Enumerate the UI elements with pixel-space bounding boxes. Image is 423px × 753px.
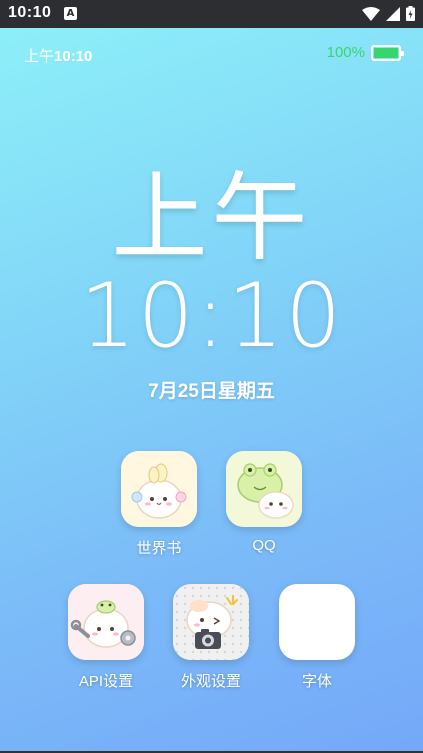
app-fonts[interactable]: 字体 — [272, 584, 362, 691]
frog-cat-sticker-icon — [226, 451, 302, 527]
frog-wrench-sticker-icon — [68, 584, 144, 660]
battery-fill — [374, 47, 398, 58]
app-worldbook[interactable]: 世界书 — [114, 451, 204, 558]
app-status-ampm: 上午 — [24, 48, 55, 65]
app-label: 字体 — [301, 673, 332, 690]
camera-cat-sticker-icon — [173, 584, 249, 660]
app-api-settings[interactable]: API设置 — [61, 584, 151, 691]
app-appearance-settings[interactable]: 外观设置 — [166, 584, 256, 691]
wifi-icon — [362, 6, 380, 21]
blank-app-icon — [279, 584, 355, 660]
system-status-bar: 10:10 A — [0, 0, 423, 28]
app-status-time: 上午10:10 — [24, 45, 92, 66]
battery-indicator: 100% — [326, 44, 404, 61]
clock-date: 7月25日星期五 — [148, 381, 275, 402]
app-status-clock: 10:10 — [54, 48, 93, 65]
bunny-cat-sticker-icon — [121, 451, 197, 527]
battery-icon — [371, 44, 404, 61]
signal-icon — [386, 6, 400, 21]
system-icons — [362, 6, 415, 21]
battery-percent: 100% — [326, 44, 365, 61]
clock-ampm: 上午 — [111, 162, 312, 274]
notification-icon: A — [64, 7, 77, 20]
app-label: 外观设置 — [180, 673, 241, 690]
app-label: API设置 — [78, 673, 134, 690]
app-qq[interactable]: QQ — [219, 451, 309, 554]
app-label: QQ — [252, 537, 276, 554]
clock-time: 10:10 — [79, 264, 344, 367]
home-screen: 上午10:10 100% 上午 10:10 7月25日星期五 世界书 QQ AP… — [0, 28, 423, 753]
app-label: 世界书 — [136, 540, 182, 557]
system-time: 10:10 — [8, 4, 52, 21]
battery-charging-icon — [406, 6, 415, 21]
